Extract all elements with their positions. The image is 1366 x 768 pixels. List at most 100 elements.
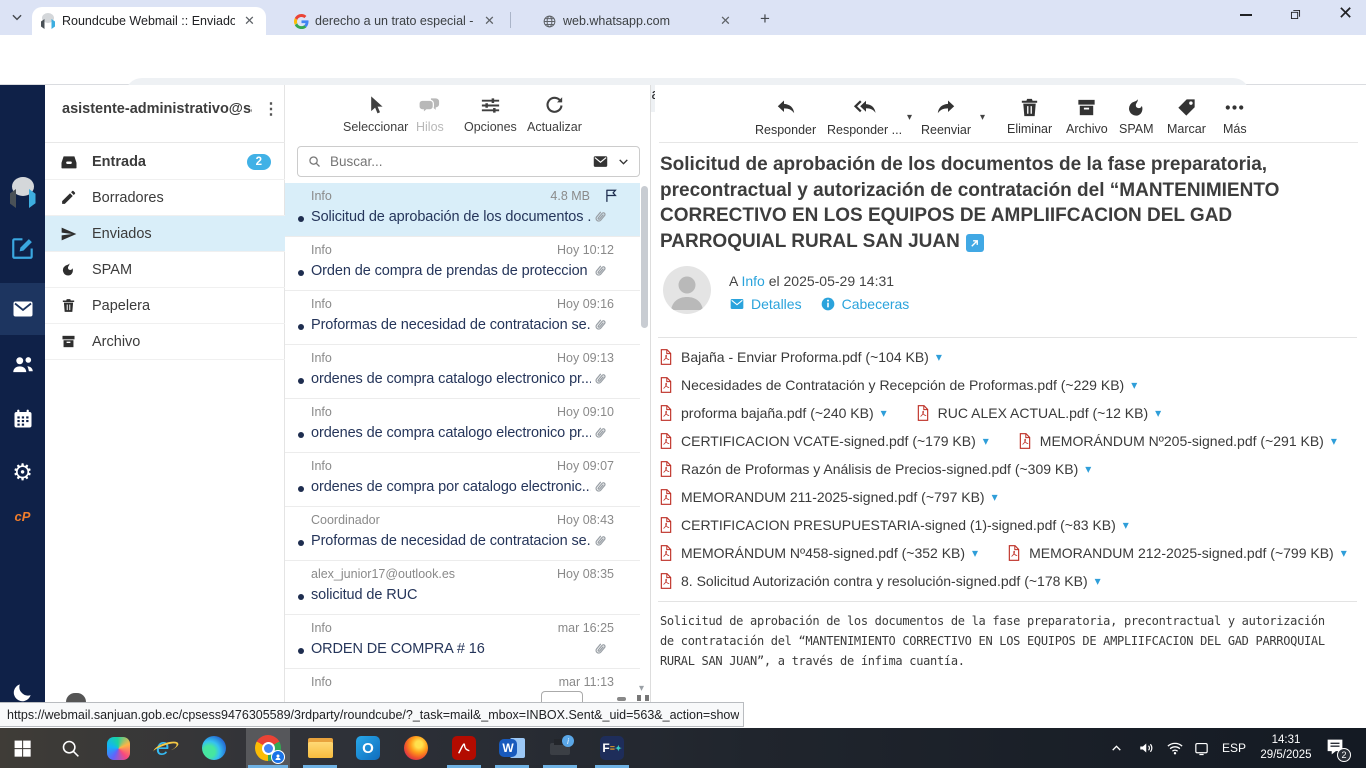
attachment-menu-caret[interactable]: ▾ — [1085, 462, 1091, 476]
attachment-menu-caret[interactable]: ▾ — [1131, 378, 1137, 392]
tray-language-indicator[interactable]: ESP — [1222, 728, 1246, 768]
tray-display-icon[interactable] — [1193, 728, 1210, 768]
attachment[interactable]: CERTIFICACION VCATE-signed.pdf (~179 KB)… — [658, 432, 989, 450]
search-input[interactable] — [330, 154, 592, 169]
settings-gear-icon[interactable]: ⚙ — [0, 459, 45, 486]
new-tab-button[interactable]: + — [760, 9, 770, 29]
attachment[interactable]: Necesidades de Contratación y Recepción … — [658, 376, 1137, 394]
archive-button[interactable]: Archivo — [1066, 96, 1108, 136]
attachment[interactable]: CERTIFICACION PRESUPUESTARIA-signed (1)-… — [658, 516, 1129, 534]
attachment-menu-caret[interactable]: ▾ — [1155, 406, 1161, 420]
notification-center-icon[interactable]: 2 — [1325, 728, 1347, 768]
attachment[interactable]: MEMORANDUM 212-2025-signed.pdf (~799 KB)… — [1006, 544, 1347, 562]
tray-wifi-icon[interactable] — [1166, 728, 1184, 768]
reply-all-dropdown-caret[interactable]: ▾ — [907, 112, 912, 123]
attachment-menu-caret[interactable]: ▾ — [1331, 434, 1337, 448]
dark-mode-moon-icon[interactable] — [0, 681, 45, 704]
attachment-menu-caret[interactable]: ▾ — [1123, 518, 1129, 532]
search-scope-mail-icon[interactable] — [592, 153, 609, 170]
threads-button[interactable]: Hilos — [416, 94, 444, 134]
message-row[interactable]: Info Hoy 09:07 ordenes de compra por cat… — [285, 453, 640, 507]
folder-menu-kebab-icon[interactable]: ⋮ — [263, 99, 279, 119]
page-input-partial[interactable] — [541, 691, 583, 702]
tab-close-icon[interactable]: ✕ — [241, 13, 258, 30]
flag-icon[interactable] — [603, 187, 620, 204]
reply-all-button[interactable]: Responder ... — [827, 96, 902, 137]
message-row[interactable]: Info Hoy 09:13 ordenes de compra catalog… — [285, 345, 640, 399]
headers-link[interactable]: Cabeceras — [842, 296, 910, 312]
sidebar-item-archivo[interactable]: Archivo — [45, 324, 285, 360]
options-button[interactable]: Opciones — [464, 94, 517, 134]
spam-button[interactable]: SPAM — [1119, 96, 1154, 136]
printer-tool-icon[interactable]: i — [538, 728, 582, 768]
message-row[interactable]: Info Hoy 10:12 Orden de compra de prenda… — [285, 237, 640, 291]
list-scrollbar-thumb[interactable] — [641, 186, 648, 328]
attachment[interactable]: Bajaña - Enviar Proforma.pdf (~104 KB)▾ — [658, 348, 942, 366]
attachment-menu-caret[interactable]: ▾ — [983, 434, 989, 448]
message-row[interactable]: Info Hoy 09:10 ordenes de compra catalog… — [285, 399, 640, 453]
attachment[interactable]: 8. Solicitud Autorización contra y resol… — [658, 572, 1101, 590]
fes-app-icon[interactable]: F≡✦ — [590, 728, 634, 768]
attachment-menu-caret[interactable]: ▾ — [936, 350, 942, 364]
scroll-down-arrow-icon[interactable]: ▾ — [639, 683, 644, 694]
attachment[interactable]: Razón de Proformas y Análisis de Precios… — [658, 460, 1091, 478]
mail-nav-button[interactable] — [0, 297, 45, 321]
tray-clock[interactable]: 14:31 29/5/2025 — [1255, 728, 1317, 768]
word-icon[interactable]: W — [490, 728, 534, 768]
message-row[interactable]: Info mar 16:25 ORDEN DE COMPRA # 16 — [285, 615, 640, 669]
select-button[interactable]: Seleccionar — [343, 94, 408, 134]
window-close-button[interactable]: ✕ — [1338, 3, 1353, 24]
firefox-icon[interactable] — [394, 728, 438, 768]
forward-dropdown-caret[interactable]: ▾ — [980, 112, 985, 123]
details-link[interactable]: Detalles — [751, 296, 802, 312]
cpanel-icon[interactable]: cP — [0, 509, 45, 524]
open-in-new-window-icon[interactable] — [966, 234, 984, 252]
start-button[interactable] — [0, 728, 44, 768]
chrome-icon[interactable] — [246, 728, 290, 768]
attachment[interactable]: MEMORÁNDUM Nº458-signed.pdf (~352 KB)▾ — [658, 544, 978, 562]
message-row[interactable]: Coordinador Hoy 08:43 Proformas de neces… — [285, 507, 640, 561]
tab-close-icon[interactable]: ✕ — [717, 13, 734, 30]
acrobat-icon[interactable] — [442, 728, 486, 768]
calendar-nav-button[interactable] — [0, 407, 45, 431]
tab-roundcube[interactable]: Roundcube Webmail :: Enviados ✕ — [32, 7, 266, 35]
sidebar-item-enviados[interactable]: Enviados — [45, 216, 285, 252]
more-button[interactable]: Más — [1223, 96, 1247, 136]
reply-button[interactable]: Responder — [755, 96, 816, 137]
sidebar-item-spam[interactable]: SPAM — [45, 252, 285, 288]
attachment-menu-caret[interactable]: ▾ — [881, 406, 887, 420]
recipient-link[interactable]: Info — [741, 273, 764, 289]
attachment-menu-caret[interactable]: ▾ — [1095, 574, 1101, 588]
tab-search-icon[interactable] — [10, 10, 24, 24]
forward-button[interactable]: Reenviar — [921, 96, 971, 137]
copilot-icon[interactable] — [96, 728, 140, 768]
window-restore-button[interactable] — [1288, 7, 1303, 22]
message-row[interactable]: Info Hoy 09:16 Proformas de necesidad de… — [285, 291, 640, 345]
attachment[interactable]: RUC ALEX ACTUAL.pdf (~12 KB)▾ — [915, 404, 1162, 422]
refresh-button[interactable]: Actualizar — [527, 94, 582, 134]
search-box[interactable] — [297, 146, 640, 177]
tray-chevron-up-icon[interactable] — [1110, 728, 1123, 768]
file-explorer-icon[interactable] — [298, 728, 342, 768]
compose-button[interactable] — [0, 235, 45, 261]
sidebar-item-borradores[interactable]: Borradores — [45, 180, 285, 216]
edge-icon[interactable] — [192, 728, 236, 768]
tab-close-icon[interactable]: ✕ — [481, 13, 498, 30]
contacts-nav-button[interactable] — [0, 351, 45, 377]
attachment[interactable]: MEMORÁNDUM Nº205-signed.pdf (~291 KB)▾ — [1017, 432, 1337, 450]
tray-speaker-icon[interactable] — [1138, 728, 1156, 768]
attachment[interactable]: proforma bajaña.pdf (~240 KB)▾ — [658, 404, 887, 422]
mark-button[interactable]: Marcar — [1167, 96, 1206, 136]
outlook-icon[interactable]: O — [346, 728, 390, 768]
attachment-menu-caret[interactable]: ▾ — [1341, 546, 1347, 560]
tab-google-search[interactable]: derecho a un trato especial - Bu ✕ — [286, 7, 506, 35]
message-row[interactable]: alex_junior17@outlook.es Hoy 08:35 solic… — [285, 561, 640, 615]
message-row[interactable]: Info 4.8 MB Solicitud de aprobación de l… — [285, 183, 640, 237]
search-options-chevron-icon[interactable] — [617, 155, 630, 168]
attachment[interactable]: MEMORANDUM 211-2025-signed.pdf (~797 KB)… — [658, 488, 998, 506]
sidebar-item-entrada[interactable]: Entrada 2 — [45, 144, 285, 180]
attachment-menu-caret[interactable]: ▾ — [992, 490, 998, 504]
sidebar-item-papelera[interactable]: Papelera — [45, 288, 285, 324]
window-minimize-button[interactable] — [1240, 14, 1252, 16]
tab-whatsapp[interactable]: web.whatsapp.com ✕ — [514, 7, 742, 35]
